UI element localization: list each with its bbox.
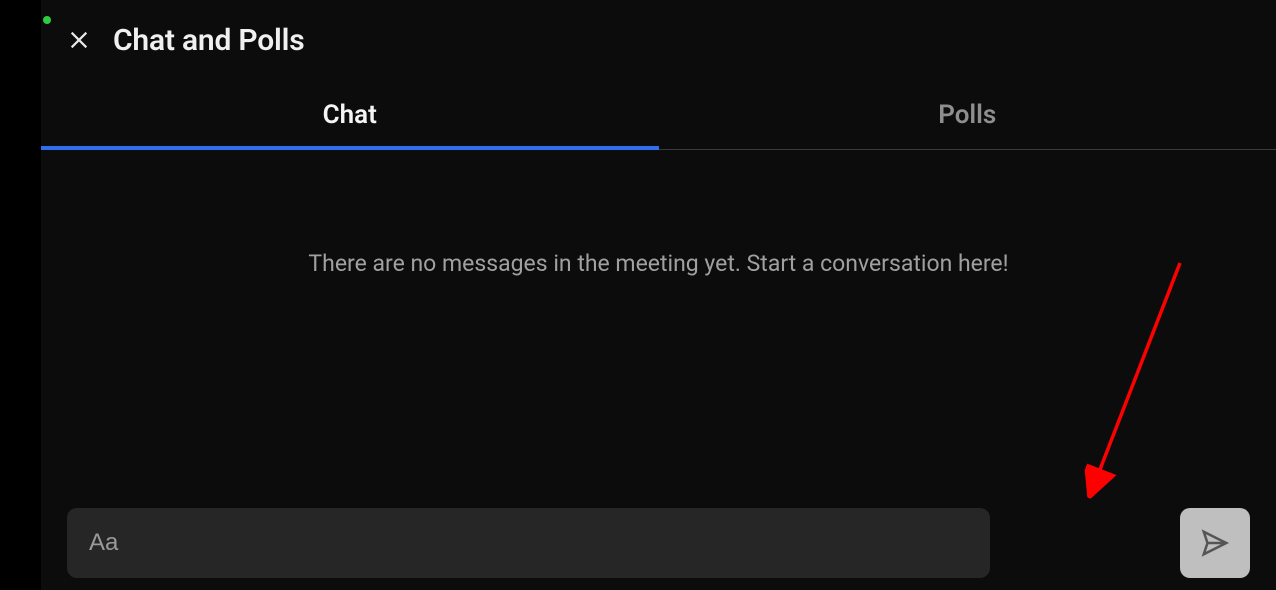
close-icon bbox=[68, 29, 90, 51]
tab-polls[interactable]: Polls bbox=[659, 80, 1276, 149]
chat-content-area: There are no messages in the meeting yet… bbox=[41, 150, 1276, 508]
message-input[interactable] bbox=[67, 508, 990, 578]
close-button[interactable] bbox=[59, 20, 99, 60]
panel-title: Chat and Polls bbox=[113, 23, 304, 58]
chat-polls-panel: Chat and Polls Chat Polls There are no m… bbox=[41, 0, 1276, 590]
tab-chat-label: Chat bbox=[323, 100, 377, 130]
message-input-row bbox=[41, 508, 1276, 590]
send-button[interactable] bbox=[1180, 508, 1250, 578]
panel-header: Chat and Polls bbox=[41, 0, 1276, 80]
tab-polls-label: Polls bbox=[938, 100, 996, 130]
tab-chat[interactable]: Chat bbox=[41, 80, 659, 149]
tab-bar: Chat Polls bbox=[41, 80, 1276, 150]
status-indicator-dot bbox=[43, 16, 51, 24]
empty-state-message: There are no messages in the meeting yet… bbox=[308, 250, 1008, 277]
send-icon bbox=[1200, 528, 1230, 558]
